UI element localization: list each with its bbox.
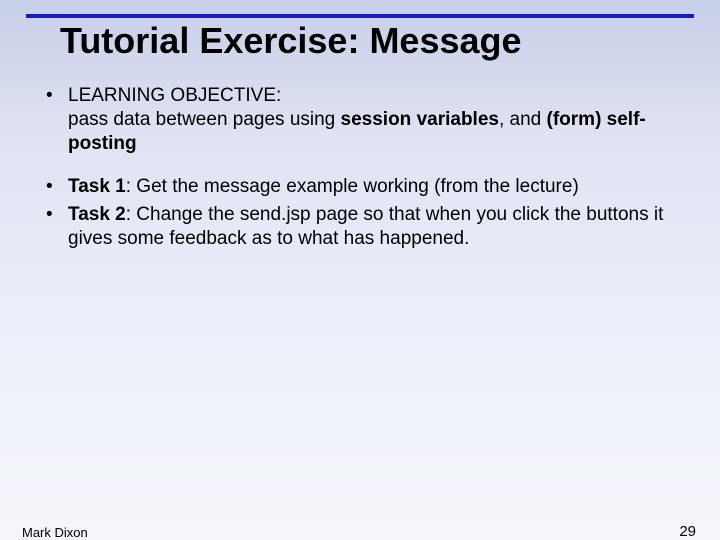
task-label: Task 2 <box>68 204 126 225</box>
page-number: 29 <box>679 523 696 540</box>
author-name: Mark Dixon <box>22 525 88 540</box>
slide-body: LEARNING OBJECTIVE: pass data between pa… <box>0 84 720 251</box>
objective-mid: , and <box>499 109 547 130</box>
task-text: : Get the message example working (from … <box>126 176 579 197</box>
objective-label: LEARNING OBJECTIVE: <box>68 85 281 106</box>
task-text: : Change the send.jsp page so that when … <box>68 204 663 249</box>
task-item: Task 1: Get the message example working … <box>40 175 680 199</box>
task-label: Task 1 <box>68 176 126 197</box>
title-underline <box>26 14 694 18</box>
learning-objective: LEARNING OBJECTIVE: pass data between pa… <box>40 84 680 155</box>
objective-prefix: pass data between pages using <box>68 109 341 130</box>
slide-title: Tutorial Exercise: Message <box>60 20 720 62</box>
objective-bold-1: session variables <box>341 109 499 130</box>
task-item: Task 2: Change the send.jsp page so that… <box>40 203 680 251</box>
